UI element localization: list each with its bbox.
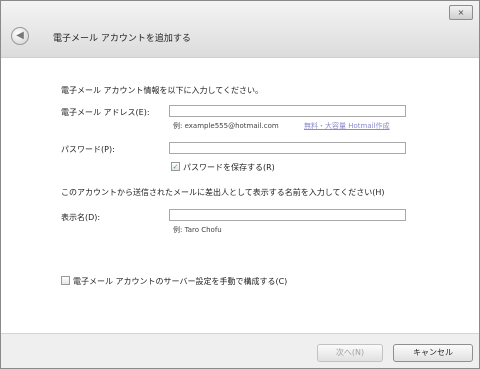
form-content: 電子メール アカウント情報を以下に入力してください。 電子メール アドレス(E)… xyxy=(1,58,479,333)
email-example: 例: example555@hotmail.com xyxy=(173,122,279,130)
intro-text: 電子メール アカウント情報を以下に入力してください。 xyxy=(61,86,264,95)
display-name-field[interactable] xyxy=(169,209,406,221)
email-field[interactable] xyxy=(169,105,406,117)
dialog-footer: 次へ(N) キャンセル xyxy=(1,333,479,368)
add-email-account-dialog: ◀ 電子メール アカウントを追加する × 電子メール アカウント情報を以下に入力… xyxy=(0,0,480,369)
back-arrow-icon[interactable]: ◀ xyxy=(11,27,29,45)
remember-password-checkbox[interactable]: ✓ xyxy=(171,162,180,171)
next-button[interactable]: 次へ(N) xyxy=(317,344,383,362)
cancel-button[interactable]: キャンセル xyxy=(393,344,473,362)
dialog-title: 電子メール アカウントを追加する xyxy=(53,34,191,44)
display-name-instruction: このアカウントから送信されたメールに差出人として表示する名前を入力してください(… xyxy=(61,188,385,197)
remember-password-label[interactable]: パスワードを保存する(R) xyxy=(183,162,275,173)
password-label: パスワード(P): xyxy=(61,145,115,154)
password-field[interactable] xyxy=(169,142,406,154)
email-label: 電子メール アドレス(E): xyxy=(61,108,150,117)
display-name-label: 表示名(D): xyxy=(61,213,101,222)
manual-server-label[interactable]: 電子メール アカウントのサーバー設定を手動で構成する(C) xyxy=(73,276,287,287)
close-button[interactable]: × xyxy=(449,5,473,20)
title-bar: ◀ 電子メール アカウントを追加する × xyxy=(1,1,479,58)
manual-server-checkbox[interactable] xyxy=(61,276,70,285)
display-name-example: 例: Taro Chofu xyxy=(173,226,222,234)
hotmail-signup-link[interactable]: 無料・大容量 Hotmail作成 xyxy=(304,121,390,131)
